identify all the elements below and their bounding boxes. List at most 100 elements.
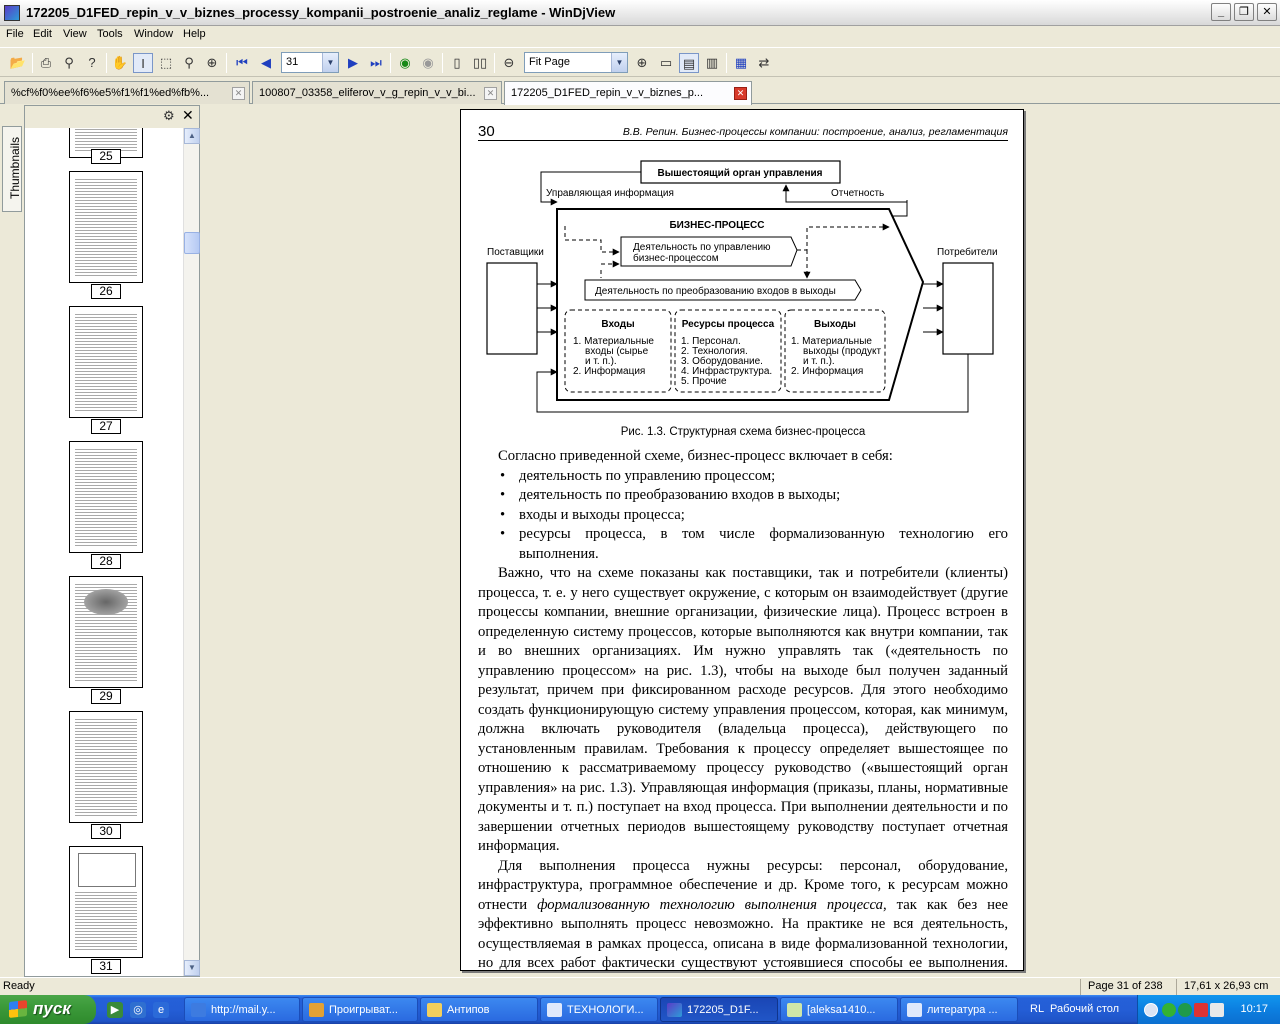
document-view[interactable]: 30 В.В. Репин. Бизнес-процессы компании:… (204, 105, 1280, 977)
tab-document-1[interactable]: %cf%f0%ee%f6%e5%f1%f1%ed%fb%... ✕ (4, 81, 250, 104)
internet-explorer-icon (191, 1003, 206, 1017)
close-icon[interactable]: ✕ (182, 107, 194, 124)
thumbnail-page-30[interactable] (69, 711, 143, 823)
thumbnails-scrollbar[interactable]: ▲ ▼ (183, 128, 200, 976)
status-ready: Ready (3, 980, 35, 992)
thumbnail-page-26[interactable] (69, 171, 143, 283)
display-mode-icon[interactable]: ▦ (731, 53, 751, 73)
thumbnails-side-tab[interactable]: Thumbnails (2, 126, 22, 212)
windjview-app-icon[interactable] (4, 5, 20, 21)
zoom-icon[interactable]: ⚲ (179, 53, 199, 73)
menu-edit[interactable]: Edit (33, 28, 52, 40)
status-page-info: Page 31 of 238 (1088, 980, 1163, 992)
menu-help[interactable]: Help (183, 28, 206, 40)
tray-app-icon[interactable] (1194, 1003, 1208, 1017)
close-icon[interactable]: ✕ (232, 87, 245, 100)
zoom-out-icon[interactable]: ⊖ (499, 53, 519, 73)
thumbnail-label: 30 (91, 824, 121, 839)
close-icon[interactable]: ✕ (734, 87, 747, 100)
single-page-icon[interactable]: ▯ (447, 53, 467, 73)
consumers-box (942, 262, 994, 355)
tab-document-2[interactable]: 100807_03358_eliferov_v_g_repin_v_v_bi..… (252, 81, 502, 104)
quicklaunch-icon[interactable]: ◎ (130, 1002, 146, 1018)
tab-document-3[interactable]: 172205_D1FED_repin_v_v_biznes_p... ✕ (504, 81, 752, 105)
thumbnails-list[interactable]: 25 26 27 28 29 30 31 (25, 128, 183, 976)
continuous-page-icon[interactable]: ▤ (679, 53, 699, 73)
last-page-icon[interactable]: ⏭ (366, 53, 386, 73)
taskbar-item-chat[interactable]: [aleksa1410... (780, 997, 898, 1022)
list-item: деятельность по управлению процессом; (498, 467, 1008, 487)
zoom-rect-icon[interactable]: ⊕ (202, 53, 222, 73)
scrollbar-thumb[interactable] (184, 232, 200, 254)
close-button[interactable]: ✕ (1257, 3, 1277, 21)
menu-window[interactable]: Window (134, 28, 173, 40)
first-page-icon[interactable]: ⏮ (232, 53, 252, 73)
media-player-icon[interactable]: ▶ (107, 1002, 123, 1018)
taskbar-item-player[interactable]: Проигрыват... (302, 997, 418, 1022)
toolbar-separator (442, 53, 443, 73)
report-label: Отчетность (831, 188, 884, 199)
page-body-text: Согласно приведенной схеме, бизнес-проце… (478, 447, 1008, 970)
chevron-down-icon[interactable]: ▼ (611, 53, 627, 72)
page-number-input[interactable]: 31 ▼ (281, 52, 339, 73)
transform-activity-label: Деятельность по преобразованию входов в … (595, 285, 836, 297)
rotate-icon[interactable]: ⇄ (754, 53, 774, 73)
toolbar: 📂 ⎙ ⚲ ? ✋ I ⬚ ⚲ ⊕ ⏮ ◀ 31 ▼ ▶ ⏭ ◉ ◉ ▯ ▯▯ … (0, 47, 1280, 77)
two-page-icon[interactable]: ▯▯ (470, 53, 490, 73)
close-icon[interactable]: ✕ (484, 87, 497, 100)
facing-page-icon[interactable]: ▥ (702, 53, 722, 73)
menu-file[interactable]: File (6, 28, 24, 40)
toolbar-separator (32, 53, 33, 73)
taskbar: пуск ▶ ◎ e http://mail.y... Проигрыват..… (0, 995, 1280, 1024)
list-item: деятельность по преобразованию входов в … (498, 486, 1008, 506)
restore-button[interactable]: ❐ (1234, 3, 1254, 21)
thumbnail-page-28[interactable] (69, 441, 143, 553)
taskbar-item-windjview[interactable]: 172205_D1F... (660, 997, 778, 1022)
system-tray: 10:17 (1137, 995, 1280, 1024)
scroll-down-icon[interactable]: ▼ (184, 960, 200, 976)
find-icon[interactable]: ⚲ (59, 53, 79, 73)
taskbar-item-word-1[interactable]: ТЕХНОЛОГИ... (540, 997, 658, 1022)
tray-app-icon[interactable] (1178, 1003, 1192, 1017)
text-select-icon[interactable]: I (133, 53, 153, 73)
document-page: 30 В.В. Репин. Бизнес-процессы компании:… (460, 109, 1024, 971)
taskbar-item-word-2[interactable]: литература ... (900, 997, 1018, 1022)
taskbar-item-folder[interactable]: Антипов (420, 997, 538, 1022)
language-indicator[interactable]: RL (1030, 1003, 1044, 1015)
resources-title: Ресурсы процесса (682, 319, 775, 330)
tray-app-icon[interactable] (1210, 1003, 1224, 1017)
zoom-select[interactable]: Fit Page ▼ (524, 52, 628, 73)
thumbnail-page-29[interactable] (69, 576, 143, 688)
menu-view[interactable]: View (63, 28, 87, 40)
status-divider (1080, 979, 1081, 995)
scroll-up-icon[interactable]: ▲ (184, 128, 200, 144)
forward-icon[interactable]: ◉ (418, 53, 438, 73)
chevron-down-icon[interactable]: ▼ (322, 53, 338, 72)
taskbar-item-label: Антипов (447, 1004, 490, 1016)
back-icon[interactable]: ◉ (395, 53, 415, 73)
thumbnail-page-27[interactable] (69, 306, 143, 418)
taskbar-item-mail[interactable]: http://mail.y... (184, 997, 300, 1022)
zoom-in-icon[interactable]: ⊕ (632, 53, 652, 73)
open-folder-icon[interactable]: 📂 (8, 53, 28, 73)
gear-icon[interactable]: ⚙ (163, 108, 175, 124)
fit-page-icon[interactable]: ▭ (656, 53, 676, 73)
minimize-button[interactable]: _ (1211, 3, 1231, 21)
hand-tool-icon[interactable]: ✋ (110, 53, 130, 73)
outputs-item: 2. Информация (791, 365, 863, 377)
prev-page-icon[interactable]: ◀ (256, 53, 276, 73)
start-button[interactable]: пуск (0, 995, 96, 1024)
tray-app-icon[interactable] (1162, 1003, 1176, 1017)
suppliers-label: Поставщики (487, 247, 544, 258)
next-page-icon[interactable]: ▶ (343, 53, 363, 73)
chevron-left-icon[interactable] (1144, 1003, 1158, 1017)
pie-chart-thumbnail (84, 589, 128, 615)
internet-explorer-icon[interactable]: e (153, 1002, 169, 1018)
tab-label: 100807_03358_eliferov_v_g_repin_v_v_bi..… (259, 87, 476, 99)
thumbnail-page-31[interactable] (69, 846, 143, 958)
menu-tools[interactable]: Tools (97, 28, 123, 40)
rect-select-icon[interactable]: ⬚ (156, 53, 176, 73)
print-icon[interactable]: ⎙ (36, 53, 56, 73)
help-icon[interactable]: ? (82, 53, 102, 73)
desktop-toolbar-label[interactable]: Рабочий стол (1050, 1003, 1119, 1015)
